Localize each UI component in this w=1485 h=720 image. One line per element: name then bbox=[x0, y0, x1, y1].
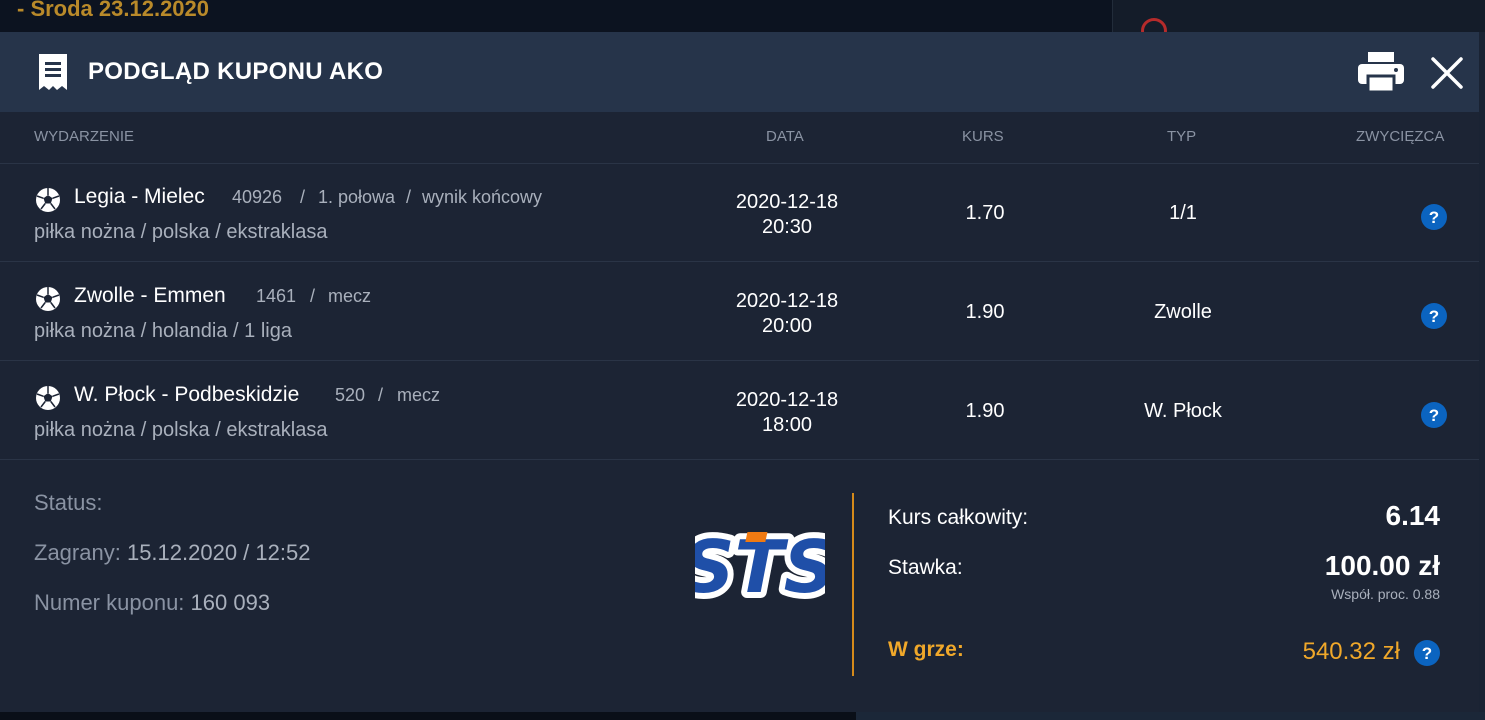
event-time: 20:30 bbox=[761, 216, 813, 238]
separator: / bbox=[378, 385, 384, 405]
column-date: DATA bbox=[766, 128, 804, 145]
background-date: - Środa 23.12.2020 bbox=[17, 0, 210, 21]
event-datetime: 2020-12-18 20:00 bbox=[706, 289, 868, 339]
coupon-summary: Status: Zagrany: 15.12.2020 / 12:52 Nume… bbox=[0, 460, 1479, 712]
event-name: Zwolle - Emmen bbox=[74, 284, 226, 307]
modal-title: PODGLĄD KUPONU AKO bbox=[88, 58, 384, 85]
column-odds: KURS bbox=[962, 128, 1004, 145]
event-market-detail: wynik końcowy bbox=[422, 187, 543, 207]
country: polska bbox=[151, 221, 210, 243]
svg-text:?: ? bbox=[1429, 208, 1439, 227]
separator: / bbox=[310, 286, 316, 306]
event-date: 2020-12-18 bbox=[735, 290, 839, 312]
football-icon bbox=[34, 285, 62, 318]
svg-text:?: ? bbox=[1429, 406, 1439, 425]
event-time: 20:00 bbox=[761, 315, 813, 337]
event-odds: 1.90 bbox=[965, 301, 1005, 323]
column-event: WYDARZENIE bbox=[34, 128, 135, 145]
status-label: Status: bbox=[34, 490, 103, 515]
played-time: 12:52 bbox=[255, 540, 311, 565]
background-bottom-right bbox=[856, 712, 1485, 720]
event-date: 2020-12-18 bbox=[735, 389, 839, 411]
event-market: 1. połowa bbox=[318, 187, 396, 207]
event-market: mecz bbox=[397, 385, 441, 405]
help-icon[interactable]: ? bbox=[1421, 303, 1447, 334]
played-date: 15.12.2020 bbox=[126, 540, 238, 565]
table-row: Zwolle - Emmen 1461 / mecz piłka nożna /… bbox=[0, 262, 1479, 361]
event-category: piłka nożna / polska / ekstraklasa bbox=[34, 419, 328, 441]
stake-percent: Współ. proc. 0.88 bbox=[1331, 586, 1440, 602]
sport: piłka nożna bbox=[34, 419, 136, 441]
stake-label: Stawka: bbox=[888, 556, 963, 579]
modal-header: PODGLĄD KUPONU AKO bbox=[0, 32, 1479, 112]
sport: piłka nożna bbox=[34, 221, 136, 243]
played-label: Zagrany: bbox=[34, 540, 121, 565]
league: 1 liga bbox=[244, 320, 292, 342]
coupon-preview-modal: PODGLĄD KUPONU AKO WYDARZENIE DATA KURS … bbox=[0, 32, 1479, 712]
printer-icon[interactable] bbox=[1356, 50, 1406, 99]
coupon-number-value: 160 093 bbox=[190, 590, 271, 615]
event-time: 18:00 bbox=[761, 414, 813, 436]
coupon-number: Numer kuponu: 160 093 bbox=[34, 590, 270, 616]
stake-value: 100.00 zł bbox=[1324, 550, 1440, 581]
event-market: mecz bbox=[328, 286, 372, 306]
event-code: 40926 bbox=[232, 187, 283, 207]
coupon-number-label: Numer kuponu: bbox=[34, 590, 185, 615]
event-code: 520 bbox=[335, 385, 366, 405]
column-winner: ZWYCIĘZCA bbox=[1356, 128, 1445, 145]
column-type: TYP bbox=[1167, 128, 1197, 145]
receipt-icon bbox=[36, 52, 70, 97]
background-side bbox=[1479, 32, 1485, 720]
event-category: piłka nożna / holandia / 1 liga bbox=[34, 320, 292, 342]
separator: / bbox=[406, 187, 412, 207]
league: ekstraklasa bbox=[226, 419, 328, 441]
event-datetime: 2020-12-18 18:00 bbox=[706, 388, 868, 438]
sts-logo: STS STS bbox=[677, 519, 842, 615]
separator: / bbox=[237, 540, 256, 565]
football-icon bbox=[34, 186, 62, 219]
in-play-label: W grze: bbox=[888, 638, 964, 661]
table-header: WYDARZENIE DATA KURS TYP ZWYCIĘZCA bbox=[0, 112, 1479, 164]
event-code: 1461 bbox=[256, 286, 297, 306]
played-info: Zagrany: 15.12.2020 / 12:52 bbox=[34, 540, 310, 566]
table-row: W. Płock - Podbeskidzie 520 / mecz piłka… bbox=[0, 361, 1479, 460]
divider bbox=[852, 493, 854, 676]
svg-text:?: ? bbox=[1422, 644, 1432, 663]
sport: piłka nożna bbox=[34, 320, 136, 342]
help-icon[interactable]: ? bbox=[1421, 402, 1447, 433]
event-name: Legia - Mielec bbox=[74, 185, 205, 208]
svg-text:?: ? bbox=[1429, 307, 1439, 326]
country: holandia bbox=[151, 320, 228, 342]
event-type: 1/1 bbox=[1169, 202, 1197, 224]
total-odds-value: 6.14 bbox=[1385, 500, 1441, 531]
event-type: W. Płock bbox=[1144, 400, 1222, 422]
total-odds-label: Kurs całkowity: bbox=[888, 506, 1029, 529]
event-odds: 1.70 bbox=[965, 202, 1005, 224]
event-type: Zwolle bbox=[1154, 301, 1212, 323]
background-notice bbox=[1112, 0, 1485, 44]
event-date: 2020-12-18 bbox=[735, 191, 839, 213]
league: ekstraklasa bbox=[226, 221, 328, 243]
football-icon bbox=[34, 384, 62, 417]
event-datetime: 2020-12-18 20:30 bbox=[706, 190, 868, 240]
event-odds: 1.90 bbox=[965, 400, 1005, 422]
event-name: W. Płock - Podbeskidzie bbox=[74, 383, 300, 406]
table-row: Legia - Mielec 40926 / 1. połowa / wynik… bbox=[0, 163, 1479, 262]
help-icon[interactable]: ? bbox=[1421, 204, 1447, 235]
close-icon[interactable] bbox=[1430, 56, 1464, 95]
in-play-value: 540.32 zł bbox=[1302, 638, 1400, 665]
event-category: piłka nożna / polska / ekstraklasa bbox=[34, 221, 328, 243]
country: polska bbox=[151, 419, 210, 441]
separator: / bbox=[300, 187, 306, 207]
help-icon[interactable]: ? bbox=[1414, 640, 1440, 671]
